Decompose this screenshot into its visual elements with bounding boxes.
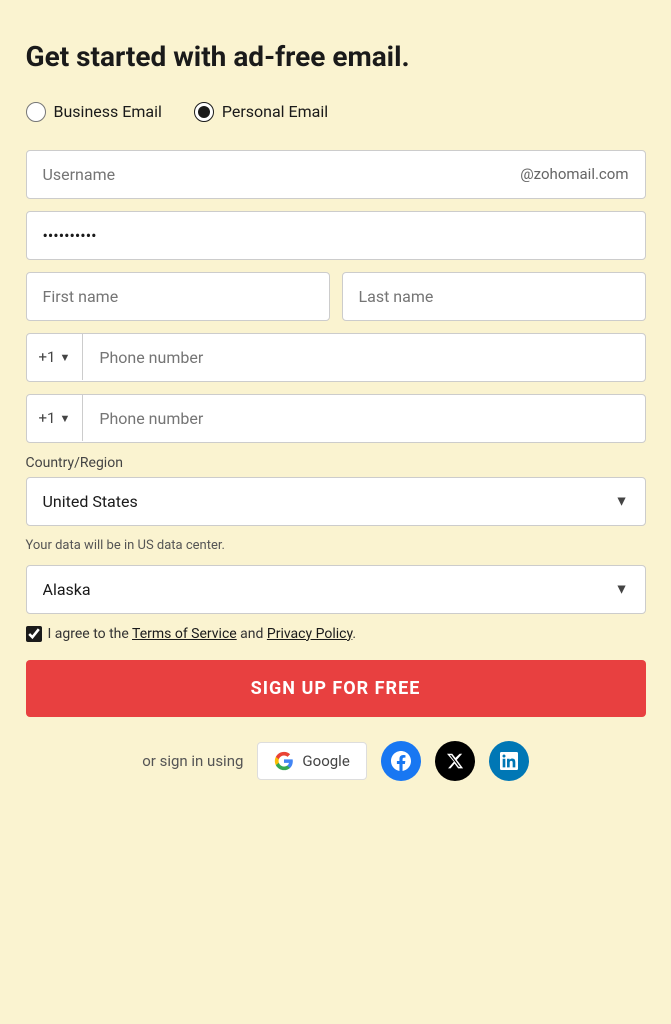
linkedin-signin-button[interactable] (489, 741, 529, 781)
country-group: United States Canada United Kingdom Aust… (26, 477, 646, 526)
state-select-wrapper: Alaska Alabama Arizona Arkansas Californ… (26, 565, 646, 614)
name-row: My First name (26, 272, 646, 321)
secondary-phone-group: +1 ▼ 7129119111 (26, 394, 646, 443)
country-region-label: Country/Region (26, 455, 646, 471)
main-container: Get started with ad-free email. Business… (26, 40, 646, 781)
business-email-label: Business Email (54, 102, 162, 121)
google-label: Google (302, 752, 349, 770)
signup-button[interactable]: SIGN UP FOR FREE (26, 660, 646, 717)
email-type-selector: Business Email Personal Email (26, 102, 646, 122)
social-signin-label: or sign in using (142, 752, 243, 770)
personal-email-radio[interactable] (194, 102, 214, 122)
state-select[interactable]: Alaska Alabama Arizona Arkansas Californ… (27, 566, 645, 613)
primary-country-code: +1 (39, 348, 56, 366)
secondary-phone-wrapper: +1 ▼ 7129119111 (26, 394, 646, 443)
terms-checkbox[interactable] (26, 626, 42, 642)
secondary-phone-input[interactable]: 7129119111 (83, 395, 644, 442)
country-select-wrapper: United States Canada United Kingdom Aust… (26, 477, 646, 526)
personal-email-option[interactable]: Personal Email (194, 102, 328, 122)
terms-row: I agree to the Terms of Service and Priv… (26, 626, 646, 642)
secondary-phone-country[interactable]: +1 ▼ (27, 395, 84, 441)
secondary-country-code: +1 (39, 409, 56, 427)
data-center-note: Your data will be in US data center. (26, 538, 646, 553)
google-icon (274, 751, 294, 771)
password-group (26, 211, 646, 260)
google-signin-button[interactable]: Google (257, 742, 366, 780)
last-name-input[interactable] (342, 272, 646, 321)
primary-phone-country[interactable]: +1 ▼ (27, 334, 84, 380)
username-group: myusername12345 @zohomail.com (26, 150, 646, 199)
username-wrapper: myusername12345 @zohomail.com (26, 150, 646, 199)
business-email-radio[interactable] (26, 102, 46, 122)
privacy-link[interactable]: Privacy Policy (267, 626, 352, 642)
facebook-signin-button[interactable] (381, 741, 421, 781)
secondary-phone-chevron-icon: ▼ (59, 412, 70, 425)
facebook-icon (391, 751, 411, 771)
primary-phone-input[interactable]: 7129119111 (83, 334, 644, 381)
terms-link[interactable]: Terms of Service (132, 626, 237, 642)
primary-phone-chevron-icon: ▼ (59, 351, 70, 364)
password-input[interactable] (26, 211, 646, 260)
personal-email-label: Personal Email (222, 102, 328, 121)
social-signin-section: or sign in using Google (26, 741, 646, 781)
primary-phone-wrapper: +1 ▼ 7129119111 (26, 333, 646, 382)
business-email-option[interactable]: Business Email (26, 102, 162, 122)
primary-phone-group: +1 ▼ 7129119111 (26, 333, 646, 382)
linkedin-icon (500, 752, 518, 770)
terms-text: I agree to the Terms of Service and Priv… (48, 626, 357, 642)
twitter-signin-button[interactable] (435, 741, 475, 781)
country-select[interactable]: United States Canada United Kingdom Aust… (27, 478, 645, 525)
first-name-input[interactable]: My First name (26, 272, 330, 321)
username-input[interactable]: myusername12345 (27, 151, 521, 198)
twitter-icon (446, 752, 464, 770)
username-suffix: @zohomail.com (520, 165, 644, 183)
page-title: Get started with ad-free email. (26, 40, 646, 74)
state-group: Alaska Alabama Arizona Arkansas Californ… (26, 565, 646, 614)
